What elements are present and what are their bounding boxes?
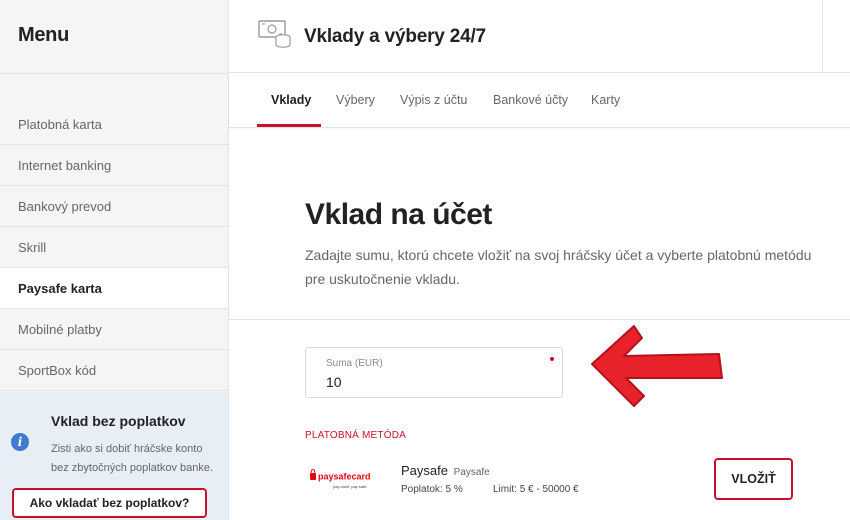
method-fee: Poplatok: 5 %: [401, 484, 463, 495]
sidebar-item-label: Paysafe karta: [18, 280, 102, 296]
sidebar-item-platobna-karta[interactable]: Platobná karta: [0, 105, 228, 145]
section-title: Vklad na účet: [305, 198, 492, 231]
menu-list: Platobná karta Internet banking Bankový …: [0, 105, 228, 391]
sidebar-item-sportbox-kod[interactable]: SportBox kód: [0, 350, 228, 391]
info-icon: i: [11, 433, 29, 451]
promo-text: Zisti ako si dobiť hráčske konto bez zby…: [51, 443, 214, 474]
page-title: Vklady a výbery 24/7: [304, 26, 486, 47]
sidebar-item-skrill[interactable]: Skrill: [0, 227, 228, 268]
logo-text: paysafecard: [318, 472, 371, 482]
sidebar-item-bankovy-prevod[interactable]: Bankový prevod: [0, 186, 228, 227]
fee-label: Poplatok:: [401, 484, 443, 495]
amount-field[interactable]: Suma (EUR) 10: [305, 347, 563, 398]
sidebar-item-label: Internet banking: [18, 157, 112, 173]
tab-bar: Vklady Výbery Výpis z účtu Bankové účty …: [229, 73, 850, 128]
sidebar: Menu Platobná karta Internet banking Ban…: [0, 0, 229, 520]
page-header: Vklady a výbery 24/7: [229, 0, 850, 73]
money-coins-icon: [258, 20, 291, 48]
method-name: Paysafe: [401, 463, 448, 478]
sidebar-item-label: Mobilné platby: [18, 321, 102, 337]
divider: [0, 73, 228, 74]
sidebar-item-internet-banking[interactable]: Internet banking: [0, 145, 228, 186]
arrow-left-icon: [591, 325, 723, 407]
tab-karty[interactable]: Karty: [591, 93, 620, 107]
limit-value: 5 € - 50000 €: [519, 484, 579, 495]
deposit-button[interactable]: VLOŽIŤ: [714, 458, 793, 500]
logo-subtext: pay cash. pay safe.: [333, 484, 367, 489]
sidebar-item-paysafe-karta[interactable]: Paysafe karta: [0, 268, 228, 309]
method-limit: Limit: 5 € - 50000 €: [493, 484, 579, 495]
promo-title: Vklad bez poplatkov: [51, 413, 186, 429]
menu-title: Menu: [18, 24, 70, 46]
payment-method-name: Paysafe Paysafe: [401, 463, 490, 478]
method-provider: Paysafe: [453, 467, 490, 478]
amount-input[interactable]: 10: [326, 374, 342, 390]
tab-vklady[interactable]: Vklady: [271, 93, 311, 107]
divider: [229, 319, 850, 320]
tab-bankove-ucty[interactable]: Bankové účty: [493, 93, 568, 107]
sidebar-item-label: Platobná karta: [18, 117, 102, 132]
required-indicator: [550, 357, 554, 361]
sidebar-item-label: Skrill: [18, 239, 47, 255]
amount-label: Suma (EUR): [326, 358, 383, 369]
section-description: Zadajte sumu, ktorú chcete vložiť na svo…: [305, 247, 812, 287]
sidebar-item-mobilne-platby[interactable]: Mobilné platby: [0, 309, 228, 350]
tab-vypis-z-uctu[interactable]: Výpis z účtu: [400, 93, 467, 107]
paysafecard-logo: paysafecard pay cash. pay safe.: [310, 469, 371, 489]
sidebar-item-label: SportBox kód: [18, 362, 97, 378]
divider: [822, 0, 823, 73]
no-fee-info-button[interactable]: Ako vkladať bez poplatkov?: [12, 488, 207, 518]
tab-vybery[interactable]: Výbery: [336, 93, 375, 107]
limit-label: Limit:: [493, 484, 517, 495]
payment-method-label: PLATOBNÁ METÓDA: [305, 430, 406, 441]
fee-value: 5 %: [445, 484, 463, 495]
sidebar-item-label: Bankový prevod: [18, 198, 112, 214]
active-tab-indicator: [257, 124, 321, 127]
